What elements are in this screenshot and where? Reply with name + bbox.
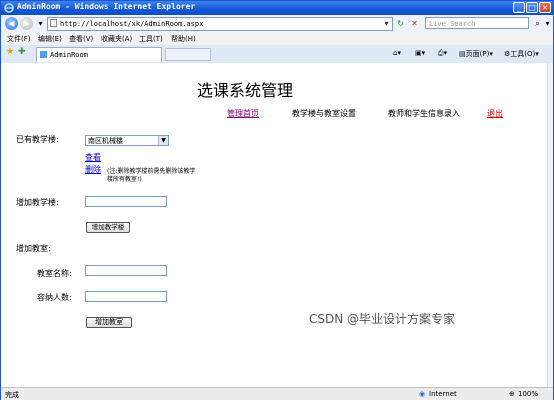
menu-tools[interactable]: 工具(T) [139, 34, 163, 44]
address-toolbar: ◀ ▶ ▾ http://localhost/xk/AdminRoom.aspx… [1, 15, 553, 34]
page-content: 选课系统管理 管理首页 教学楼与教室设置 教师和学生信息录入 退出 已有教学楼:… [1, 63, 547, 387]
building-name-input[interactable] [85, 196, 167, 207]
forward-button[interactable]: ▶ [20, 17, 33, 30]
status-text: 完成 [5, 391, 19, 399]
globe-icon: ◉ [419, 390, 426, 398]
zone-text: Internet [429, 390, 457, 398]
maximize-button[interactable]: □ [526, 2, 538, 13]
capacity-label: 容纳人数: [37, 293, 72, 302]
search-input[interactable]: Live Search [425, 17, 529, 29]
tab-bar: ★ ✚ AdminRoom ⌂▾ ▣▾ ⎙▾ ▤页面(P)▾ ⚙工具(O)▾ [1, 45, 553, 64]
home-icon[interactable]: ⌂▾ [393, 49, 401, 57]
room-name-input[interactable] [85, 265, 167, 276]
menu-help[interactable]: 帮助(H) [171, 34, 196, 44]
zoom-icon: ⊕ [509, 390, 515, 398]
add-building-label: 增加教学楼: [16, 198, 59, 207]
nav-home-link[interactable]: 管理首页 [227, 108, 259, 119]
chevron-down-icon: ▼ [158, 136, 168, 145]
back-arrow-icon: ◀ [8, 19, 15, 28]
favorites-star-icon[interactable]: ★ [6, 47, 14, 57]
tab-adminroom[interactable]: AdminRoom [36, 47, 162, 62]
page-title: 选课系统管理 [197, 81, 294, 100]
tab-title: AdminRoom [50, 51, 88, 59]
print-icon[interactable]: ⎙▾ [438, 49, 447, 58]
menu-favorites[interactable]: 收藏夹(A) [101, 34, 132, 44]
close-button[interactable]: × [539, 2, 551, 13]
address-url: http://localhost/xk/AdminRoom.aspx [60, 20, 204, 28]
stop-icon[interactable]: ✕ [409, 18, 420, 29]
add-building-button[interactable]: 增加教学楼 [86, 222, 130, 233]
tools-menu[interactable]: ⚙工具(O)▾ [504, 49, 539, 59]
delete-building-link[interactable]: 删除 [85, 164, 101, 175]
building-select[interactable]: 南区机械楼 ▼ [85, 135, 169, 146]
minimize-button[interactable]: _ [513, 2, 525, 13]
page-menu-label: 页面(P) [465, 50, 490, 58]
menu-file[interactable]: 文件(F) [7, 34, 31, 44]
forward-arrow-icon: ▶ [23, 19, 30, 28]
add-room-label: 增加教室: [16, 244, 51, 253]
view-building-link[interactable]: 查看 [85, 152, 101, 163]
status-bar: 完成 ◉ Internet ⊕ 100% [1, 387, 553, 400]
refresh-icon[interactable]: ↻ [395, 18, 406, 29]
search-options-icon[interactable]: ▾ [542, 18, 553, 29]
building-select-value: 南区机械楼 [88, 137, 123, 145]
vertical-scrollbar[interactable] [547, 63, 553, 387]
feeds-icon[interactable]: ▣▾ [415, 49, 425, 57]
browser-window: AdminRoom - Windows Internet Explorer _ … [0, 0, 554, 400]
capacity-input[interactable] [85, 291, 167, 302]
page-menu-icon: ▤ [459, 50, 466, 58]
history-dropdown-icon[interactable]: ▾ [35, 18, 46, 29]
existing-building-label: 已有教学楼: [16, 135, 59, 144]
address-dropdown-icon[interactable]: ▾ [381, 18, 392, 29]
menu-view[interactable]: 查看(V) [69, 34, 93, 44]
nav-teacher-student-link[interactable]: 教师和学生信息录入 [388, 108, 460, 119]
back-button[interactable]: ◀ [5, 17, 18, 30]
menu-bar: 文件(F) 编辑(E) 查看(V) 收藏夹(A) 工具(T) 帮助(H) [1, 33, 553, 45]
tools-menu-label: 工具(O) [510, 50, 536, 58]
menu-edit[interactable]: 编辑(E) [38, 34, 62, 44]
page-menu[interactable]: ▤页面(P)▾ [459, 49, 493, 59]
ie-logo-icon [4, 3, 14, 13]
nav-building-room-link[interactable]: 教学楼与教室设置 [292, 108, 356, 119]
page-icon [50, 19, 57, 27]
nav-logout-link[interactable]: 退出 [487, 108, 503, 119]
tab-page-icon [40, 51, 47, 58]
watermark: CSDN @毕业设计方案专家 [309, 312, 456, 326]
title-bar: AdminRoom - Windows Internet Explorer _ … [1, 1, 553, 15]
add-room-button[interactable]: 增加教室 [86, 317, 132, 328]
address-field[interactable]: http://localhost/xk/AdminRoom.aspx [47, 17, 393, 31]
window-title: AdminRoom - Windows Internet Explorer [17, 2, 196, 11]
zoom-level[interactable]: 100% [518, 390, 538, 398]
delete-note: (注:删除教学楼前需先删除该教学楼所有教室!) [107, 168, 196, 183]
new-tab-button[interactable] [165, 48, 211, 61]
add-favorites-icon[interactable]: ✚ [18, 47, 26, 57]
room-name-label: 教室名称: [37, 269, 72, 278]
